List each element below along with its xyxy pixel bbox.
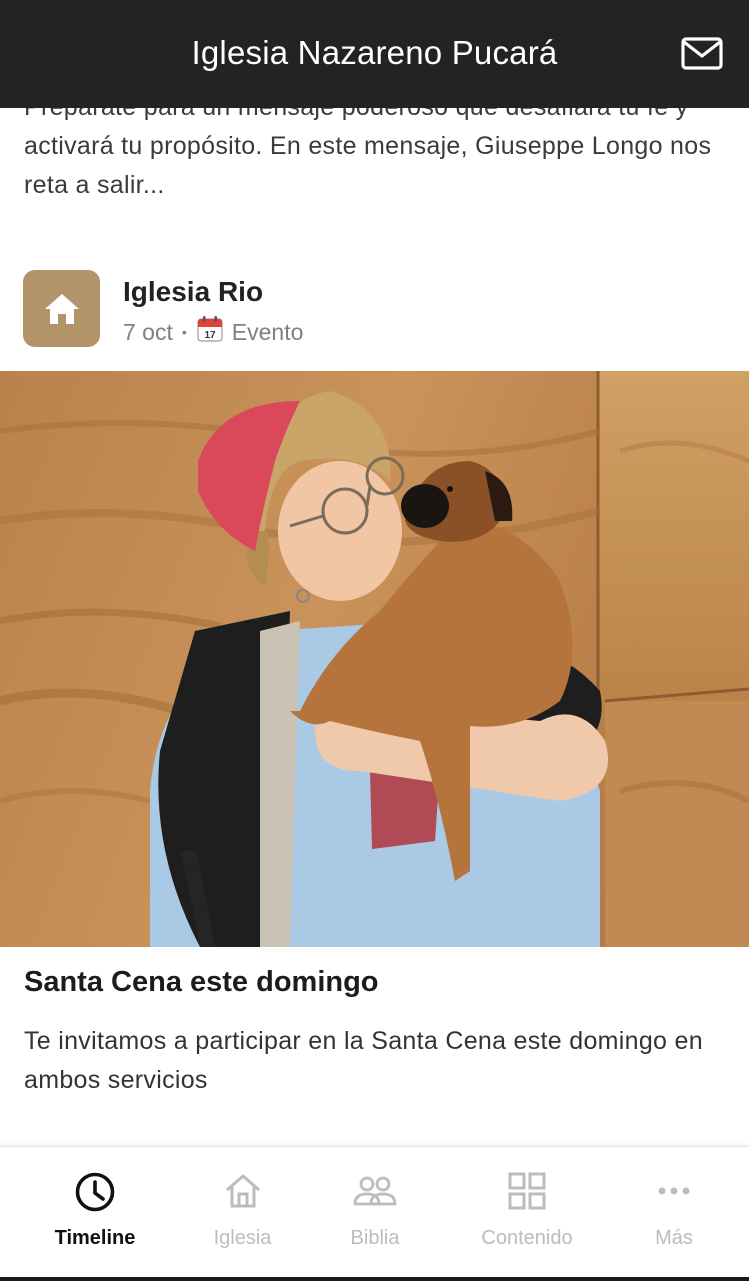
post-date: 7 oct	[123, 318, 173, 345]
post-type: Evento	[231, 318, 304, 345]
nav-label-iglesia: Iglesia	[213, 1227, 272, 1249]
avatar	[23, 270, 100, 347]
post-author[interactable]: Iglesia Rio	[123, 276, 263, 308]
nav-label-timeline: Timeline	[54, 1227, 136, 1249]
svg-text:17: 17	[204, 330, 216, 341]
clock-icon	[74, 1171, 116, 1218]
nav-item-timeline[interactable]: Timeline	[20, 1147, 170, 1275]
nav-item-contenido[interactable]: Contenido	[452, 1147, 602, 1275]
nav-item-mas[interactable]: Más	[605, 1147, 743, 1275]
system-bar	[0, 1277, 749, 1281]
people-icon	[352, 1171, 398, 1216]
nav-item-iglesia[interactable]: Iglesia	[170, 1147, 315, 1275]
home-icon	[44, 293, 79, 324]
meta-separator: •	[181, 324, 187, 340]
post-meta: 7 oct • 17 Evento	[123, 315, 303, 349]
page-title: Iglesia Nazareno Pucará	[191, 34, 558, 71]
app-header: Iglesia Nazareno Pucará	[0, 0, 749, 108]
nav-label-contenido: Contenido	[481, 1227, 573, 1249]
post-image[interactable]	[0, 371, 749, 947]
nav-label-mas: Más	[655, 1227, 693, 1249]
mail-icon	[681, 37, 723, 70]
grid-icon	[507, 1171, 547, 1216]
post-header[interactable]: Iglesia Rio 7 oct • 17 Evento	[23, 270, 723, 348]
home-icon	[223, 1171, 263, 1216]
post-photo	[0, 371, 749, 947]
nav-item-biblia[interactable]: Biblia	[305, 1147, 445, 1275]
post-body: Te invitamos a participar en la Santa Ce…	[24, 1027, 703, 1094]
calendar-icon: 17	[196, 315, 224, 349]
mail-button[interactable]	[678, 34, 726, 78]
nav-label-biblia: Biblia	[350, 1227, 400, 1249]
post-title[interactable]: Santa Cena este domingo	[24, 966, 379, 999]
bottom-navigation: Timeline Iglesia Biblia Contenido Más	[0, 1146, 749, 1281]
more-icon	[654, 1171, 694, 1216]
